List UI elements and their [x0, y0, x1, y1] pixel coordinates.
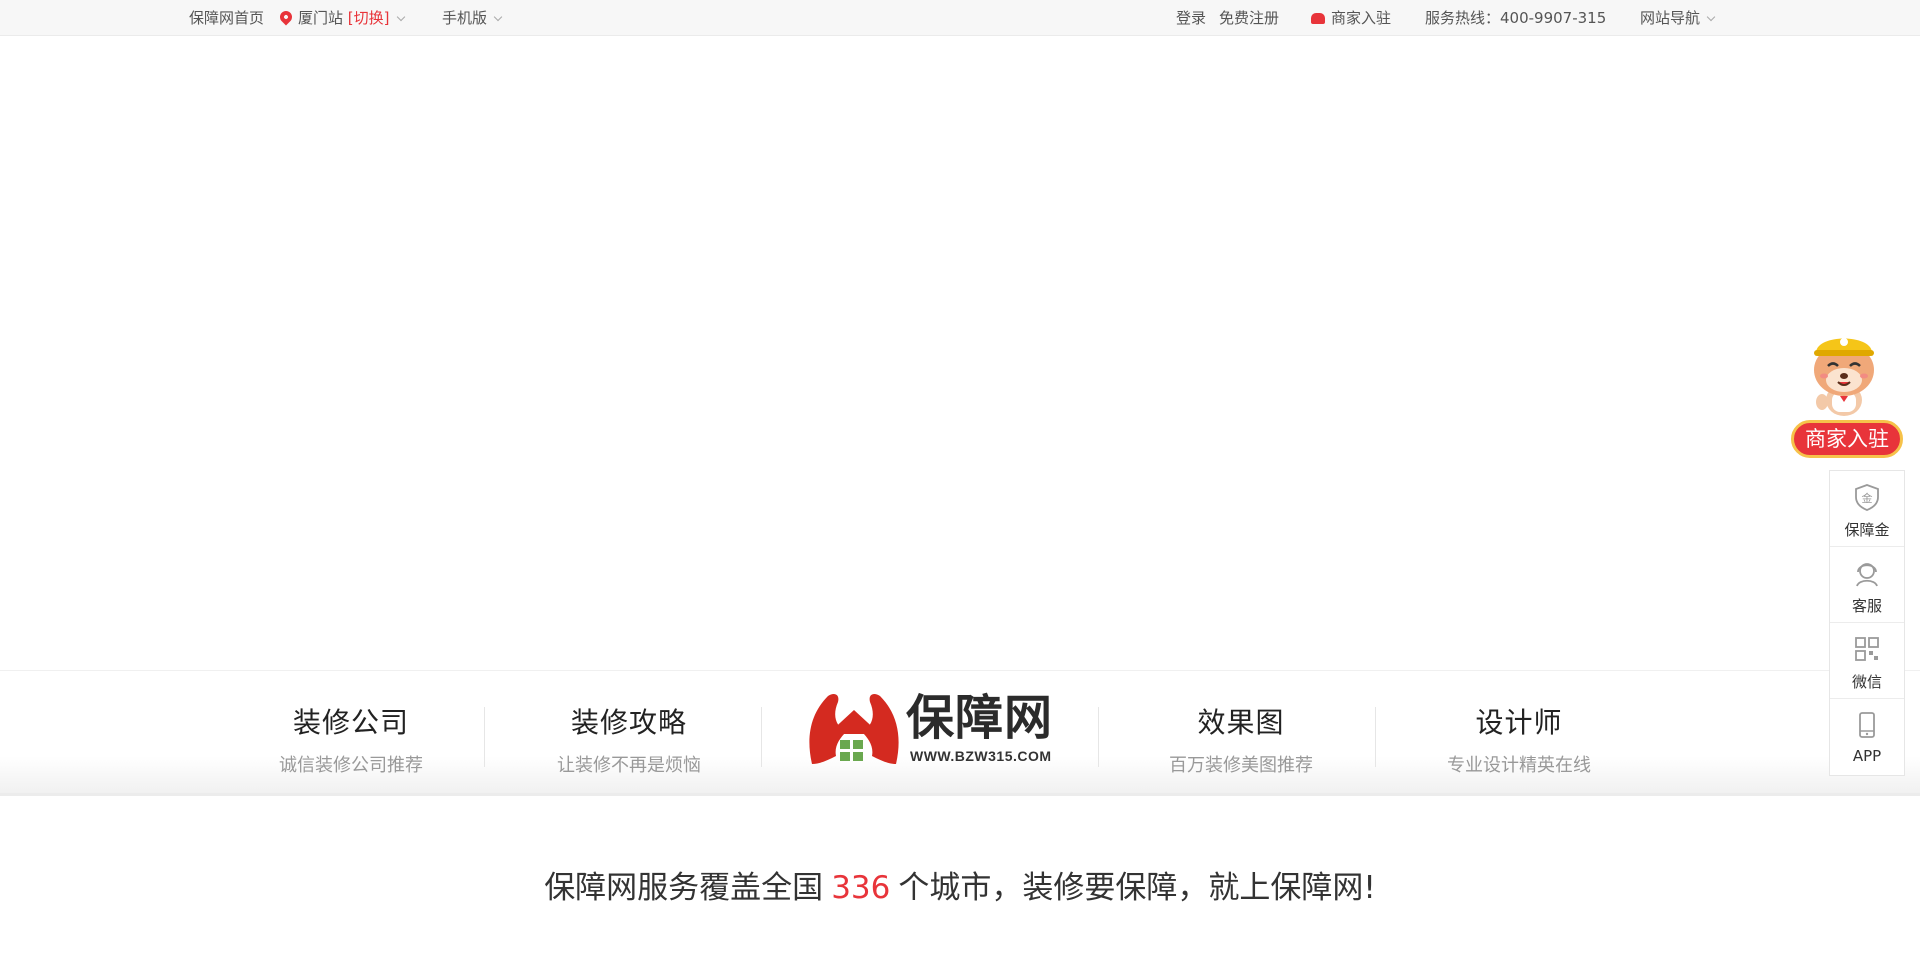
slogan-text-after: 个城市，装修要保障，就上保障网! [898, 870, 1376, 906]
nav-decoration-guide[interactable]: 装修攻略 让装修不再是烦恼 [490, 671, 768, 797]
city-switch-link[interactable]: [切换] [348, 9, 390, 27]
sidebar-item-app[interactable]: APP [1830, 699, 1904, 775]
chevron-down-icon [396, 12, 405, 22]
mobile-phone-icon [1859, 712, 1875, 738]
merchant-join-link[interactable]: 商家入驻 [1311, 0, 1391, 36]
sidebar-item-label: 微信 [1851, 673, 1882, 691]
nav-item-title: 装修攻略 [570, 706, 687, 739]
phone-icon [1311, 13, 1325, 24]
nav-divider [1375, 707, 1376, 767]
mobile-version-label: 手机版 [442, 9, 488, 27]
nav-renderings[interactable]: 效果图 百万装修美图推荐 [1102, 671, 1380, 797]
nav-designers[interactable]: 设计师 专业设计精英在线 [1380, 671, 1658, 797]
nav-item-subtitle: 诚信装修公司推荐 [279, 755, 423, 776]
logo-url: WWW.BZW315.COM [910, 748, 1052, 764]
mobile-version-menu[interactable]: 手机版 [442, 0, 503, 36]
merchant-join-button[interactable]: 商家入驻 [1791, 420, 1903, 458]
customer-service-icon [1856, 563, 1878, 587]
sidebar-item-label: 客服 [1851, 597, 1882, 615]
merchant-join-label: 商家入驻 [1331, 9, 1392, 27]
top-bar: 保障网首页 厦门站 [切换] 手机版 登录 免费注册 商家入驻 服务热线：400… [0, 0, 1920, 36]
qr-code-icon [1855, 637, 1879, 661]
location-pin-icon [277, 8, 295, 26]
site-logo[interactable]: 保障网 WWW.BZW315.COM [806, 686, 1056, 770]
floating-sidebar: 金 保障金 客服 微信 APP [1829, 470, 1905, 776]
nav-item-subtitle: 让装修不再是烦恼 [557, 755, 701, 776]
sidebar-item-label: APP [1852, 747, 1882, 765]
coverage-slogan: 保障网服务覆盖全国 336 个城市，装修要保障，就上保障网! [0, 862, 1920, 907]
logo-hands-house-icon [809, 694, 899, 764]
service-hotline: 服务热线：400-9907-315 [1425, 9, 1607, 27]
city-name: 厦门站 [298, 9, 344, 27]
mascot-icon [1814, 338, 1874, 416]
nav-item-title: 装修公司 [292, 706, 409, 739]
sidebar-item-wechat[interactable]: 微信 [1830, 623, 1904, 699]
nav-decoration-company[interactable]: 装修公司 诚信装修公司推荐 [212, 671, 490, 797]
city-selector[interactable]: 厦门站 [切换] [277, 0, 405, 36]
shield-gold-icon: 金 [1855, 484, 1879, 511]
nav-item-title: 效果图 [1197, 706, 1285, 739]
login-link[interactable]: 登录 [1176, 0, 1206, 36]
register-link[interactable]: 免费注册 [1219, 0, 1279, 36]
nav-divider [484, 707, 485, 767]
chevron-down-icon [1706, 12, 1716, 22]
nav-item-subtitle: 专业设计精英在线 [1447, 755, 1591, 776]
slogan-text-before: 保障网服务覆盖全国 [544, 870, 824, 906]
sidebar-item-customer-service[interactable]: 客服 [1830, 547, 1904, 623]
sidebar-item-label: 保障金 [1844, 521, 1890, 539]
nav-divider [761, 707, 762, 767]
nav-item-subtitle: 百万装修美图推荐 [1169, 755, 1313, 776]
chevron-down-icon [493, 12, 503, 22]
nav-item-title: 设计师 [1475, 706, 1563, 739]
logo-name: 保障网 [906, 690, 1054, 746]
sidebar-item-guarantee[interactable]: 金 保障金 [1830, 471, 1904, 547]
site-navigation-label: 网站导航 [1640, 9, 1701, 27]
nav-divider [1098, 707, 1099, 767]
city-count: 336 [831, 870, 891, 906]
svg-text:金: 金 [1862, 491, 1873, 505]
site-navigation-menu[interactable]: 网站导航 [1640, 0, 1716, 36]
home-link[interactable]: 保障网首页 [189, 0, 264, 36]
